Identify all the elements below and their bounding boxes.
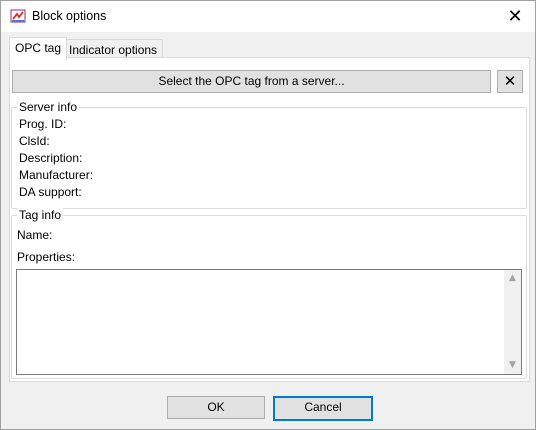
clear-tag-button[interactable]: ✕ <box>497 70 523 93</box>
scroll-down-icon[interactable]: ▼ <box>504 357 521 374</box>
app-icon <box>10 8 26 24</box>
description-label: Description: <box>19 151 83 165</box>
scroll-up-icon[interactable]: ▲ <box>504 270 521 287</box>
window-title: Block options <box>32 9 107 23</box>
select-opc-tag-button[interactable]: Select the OPC tag from a server... <box>12 70 491 93</box>
prog-id-label: Prog. ID: <box>19 117 67 131</box>
da-support-label: DA support: <box>19 185 82 199</box>
ok-button[interactable]: OK <box>167 396 265 419</box>
tag-info-legend: Tag info <box>17 208 64 222</box>
properties-label: Properties: <box>17 250 76 264</box>
clsid-label: ClsId: <box>19 134 50 148</box>
tab-opc-tag[interactable]: OPC tag <box>9 37 68 60</box>
vertical-scrollbar[interactable]: ▲ ▼ <box>504 270 521 374</box>
cancel-button[interactable]: Cancel <box>273 396 373 421</box>
close-icon[interactable]: ✕ <box>495 1 535 32</box>
title-bar[interactable]: Block options ✕ <box>1 1 535 32</box>
name-label: Name: <box>17 228 53 242</box>
properties-textarea[interactable]: ▲ ▼ <box>16 269 522 375</box>
manufacturer-label: Manufacturer: <box>19 168 94 182</box>
dialog-window: Block options ✕ OPC tag Indicator option… <box>0 0 536 430</box>
server-info-legend: Server info <box>17 100 80 114</box>
server-info-group: Server info <box>11 100 527 209</box>
